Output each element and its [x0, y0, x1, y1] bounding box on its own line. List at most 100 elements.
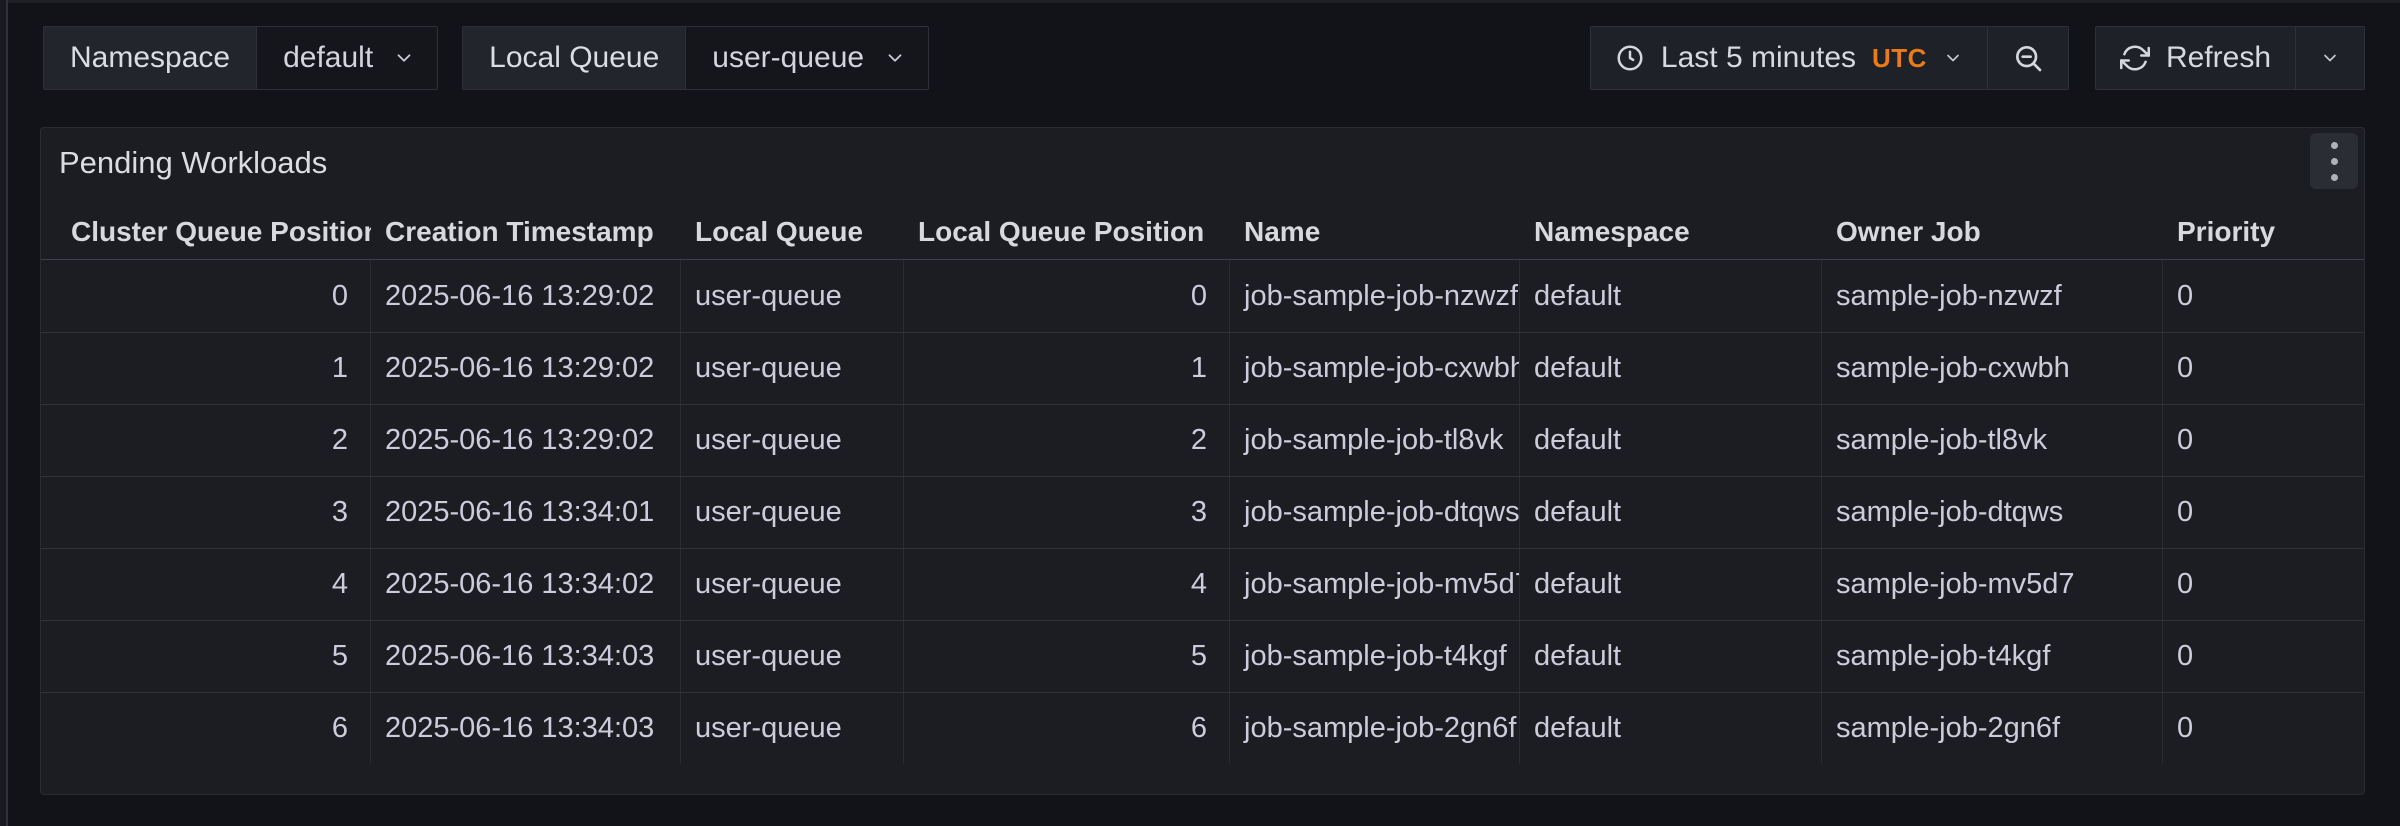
table-cell: 2025-06-16 13:34:01: [371, 477, 681, 548]
table-cell: user-queue: [681, 260, 904, 332]
table-cell: 3: [904, 477, 1230, 548]
table-cell: job-sample-job-nzwzf: [1230, 260, 1520, 332]
table-cell: 0: [904, 260, 1230, 332]
column-header[interactable]: Owner Job: [1822, 216, 2163, 248]
table-cell: sample-job-tl8vk: [1822, 405, 2163, 476]
table-cell: 0: [2163, 405, 2338, 476]
table-cell: 6: [41, 693, 371, 764]
table-cell: 0: [2163, 549, 2338, 620]
table-row: 62025-06-16 13:34:03user-queue6job-sampl…: [41, 692, 2364, 764]
kebab-menu-icon: [2331, 174, 2338, 181]
table-cell: 0: [2163, 621, 2338, 692]
table-cell: default: [1520, 333, 1822, 404]
table-cell: default: [1520, 693, 1822, 764]
dashboard-variables: Namespace default Local Queue user-queue: [43, 26, 929, 90]
table-cell: 2025-06-16 13:29:02: [371, 405, 681, 476]
panel-menu-button[interactable]: [2310, 133, 2358, 189]
table-cell: job-sample-job-t4kgf: [1230, 621, 1520, 692]
table-row: 52025-06-16 13:34:03user-queue5job-sampl…: [41, 620, 2364, 692]
time-picker-group: Last 5 minutes UTC: [1590, 26, 2069, 90]
table-row: 32025-06-16 13:34:01user-queue3job-sampl…: [41, 476, 2364, 548]
table-cell: user-queue: [681, 405, 904, 476]
table-cell: user-queue: [681, 693, 904, 764]
table-cell: 3: [41, 477, 371, 548]
column-header[interactable]: Local Queue: [681, 216, 904, 248]
table-cell: 0: [2163, 333, 2338, 404]
table-cell: 5: [41, 621, 371, 692]
column-header[interactable]: Cluster Queue Position: [41, 216, 371, 248]
table-header-row: Cluster Queue PositionCreation Timestamp…: [41, 204, 2364, 260]
variable-local-queue-value: user-queue: [712, 41, 864, 75]
table-cell: default: [1520, 405, 1822, 476]
table-cell: job-sample-job-2gn6f: [1230, 693, 1520, 764]
table-cell: 2025-06-16 13:29:02: [371, 260, 681, 332]
table-cell: 2: [904, 405, 1230, 476]
table-cell: job-sample-job-tl8vk: [1230, 405, 1520, 476]
table-cell: 2025-06-16 13:34:03: [371, 693, 681, 764]
table-cell: 2025-06-16 13:29:02: [371, 333, 681, 404]
table-cell: 5: [904, 621, 1230, 692]
table-cell: sample-job-dtqws: [1822, 477, 2163, 548]
table-row: 02025-06-16 13:29:02user-queue0job-sampl…: [41, 260, 2364, 332]
table-cell: 2025-06-16 13:34:02: [371, 549, 681, 620]
table-cell: 6: [904, 693, 1230, 764]
chevron-down-icon: [1943, 48, 1963, 68]
table-cell: sample-job-nzwzf: [1822, 260, 2163, 332]
table-cell: 2: [41, 405, 371, 476]
kebab-menu-icon: [2331, 158, 2338, 165]
variable-local-queue-value-dropdown[interactable]: user-queue: [686, 27, 928, 89]
variable-namespace: Namespace default: [43, 26, 438, 90]
table-cell: 1: [904, 333, 1230, 404]
window-top-edge: [0, 0, 2400, 3]
variable-local-queue: Local Queue user-queue: [462, 26, 929, 90]
table-cell: 4: [41, 549, 371, 620]
table-cell: 2025-06-16 13:34:03: [371, 621, 681, 692]
variable-namespace-value-dropdown[interactable]: default: [257, 27, 437, 89]
table-cell: default: [1520, 260, 1822, 332]
time-range-button[interactable]: Last 5 minutes UTC: [1591, 27, 1987, 89]
table-cell: sample-job-2gn6f: [1822, 693, 2163, 764]
table-cell: sample-job-mv5d7: [1822, 549, 2163, 620]
column-header[interactable]: Local Queue Position: [904, 216, 1230, 248]
time-range-label: Last 5 minutes: [1661, 41, 1856, 75]
table-cell: sample-job-cxwbh: [1822, 333, 2163, 404]
table-cell: job-sample-job-dtqws: [1230, 477, 1520, 548]
chevron-down-icon: [393, 47, 415, 69]
table-cell: default: [1520, 477, 1822, 548]
column-header[interactable]: Priority: [2163, 216, 2338, 248]
table-cell: job-sample-job-cxwbh: [1230, 333, 1520, 404]
table-cell: sample-job-t4kgf: [1822, 621, 2163, 692]
left-edge-strip: [0, 0, 8, 826]
sync-icon: [2120, 43, 2150, 73]
column-header[interactable]: Name: [1230, 216, 1520, 248]
table-row: 12025-06-16 13:29:02user-queue1job-sampl…: [41, 332, 2364, 404]
zoom-out-button[interactable]: [1987, 27, 2068, 89]
variable-namespace-label: Namespace: [44, 27, 257, 89]
table-cell: job-sample-job-mv5d7: [1230, 549, 1520, 620]
table-cell: 0: [2163, 260, 2338, 332]
pending-workloads-panel: Pending Workloads Cluster Queue Position…: [40, 127, 2365, 795]
column-header[interactable]: Namespace: [1520, 216, 1822, 248]
table-cell: user-queue: [681, 621, 904, 692]
table-cell: 0: [41, 260, 371, 332]
chevron-down-icon: [884, 47, 906, 69]
table-cell: 4: [904, 549, 1230, 620]
time-controls: Last 5 minutes UTC Refresh: [1590, 26, 2365, 90]
panel-title[interactable]: Pending Workloads: [59, 145, 327, 181]
table-cell: default: [1520, 621, 1822, 692]
table-cell: 0: [2163, 693, 2338, 764]
table-body: 02025-06-16 13:29:02user-queue0job-sampl…: [41, 260, 2364, 764]
timezone-label: UTC: [1872, 43, 1927, 74]
table-cell: 0: [2163, 477, 2338, 548]
refresh-label: Refresh: [2166, 41, 2271, 75]
panel-header: Pending Workloads: [41, 128, 2364, 190]
refresh-group: Refresh: [2095, 26, 2365, 90]
magnifier-minus-icon: [2012, 42, 2044, 74]
column-header[interactable]: Creation Timestamp: [371, 216, 681, 248]
refresh-interval-dropdown[interactable]: [2295, 27, 2364, 89]
table-cell: 1: [41, 333, 371, 404]
table-row: 22025-06-16 13:29:02user-queue2job-sampl…: [41, 404, 2364, 476]
table-cell: user-queue: [681, 333, 904, 404]
workloads-table: Cluster Queue PositionCreation Timestamp…: [41, 204, 2364, 764]
refresh-button[interactable]: Refresh: [2096, 27, 2295, 89]
